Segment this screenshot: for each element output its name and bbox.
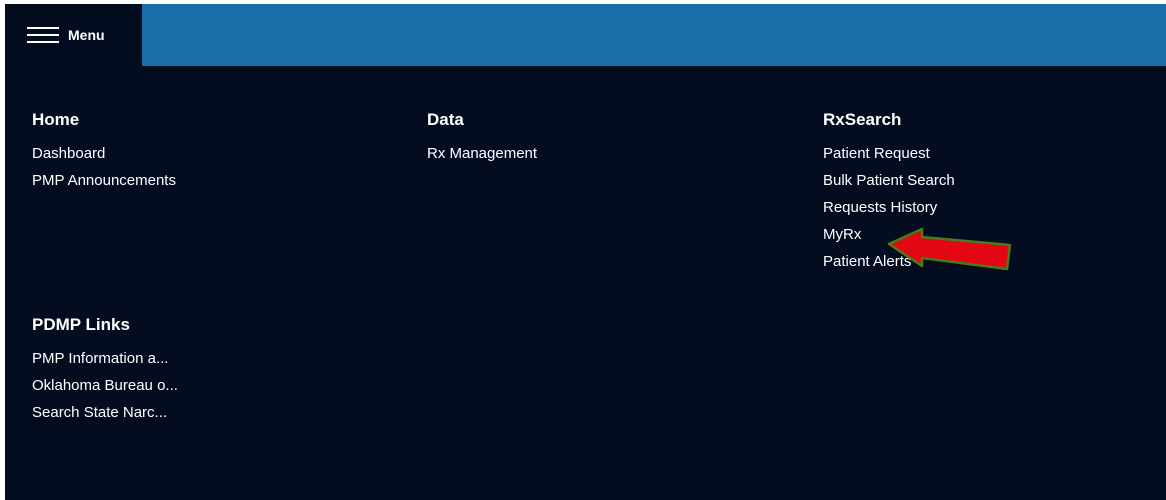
link-search-state-narc[interactable]: Search State Narc... <box>32 399 167 426</box>
section-pdmp-links: PDMP Links PMP Information a... Oklahoma… <box>32 315 178 426</box>
link-bulk-patient-search[interactable]: Bulk Patient Search <box>823 167 955 194</box>
link-patient-request[interactable]: Patient Request <box>823 140 930 167</box>
link-requests-history[interactable]: Requests History <box>823 194 937 221</box>
rxsearch-links: Patient Request Bulk Patient Search Requ… <box>823 140 955 275</box>
hamburger-icon <box>27 26 59 44</box>
link-pmp-information[interactable]: PMP Information a... <box>32 345 168 372</box>
section-home: Home Dashboard PMP Announcements <box>32 110 176 194</box>
home-links: Dashboard PMP Announcements <box>32 140 176 194</box>
top-bar: Menu <box>5 4 1166 66</box>
section-rxsearch: RxSearch Patient Request Bulk Patient Se… <box>823 110 955 275</box>
link-rx-management[interactable]: Rx Management <box>427 140 537 167</box>
menu-panel: Home Dashboard PMP Announcements Data Rx… <box>5 66 1166 500</box>
section-title-data: Data <box>427 110 464 129</box>
section-title-home: Home <box>32 110 80 129</box>
section-data: Data Rx Management <box>427 110 537 167</box>
link-myrx[interactable]: MyRx <box>823 221 861 248</box>
pdmp-links: PMP Information a... Oklahoma Bureau o..… <box>32 345 178 426</box>
link-dashboard[interactable]: Dashboard <box>32 140 105 167</box>
section-title-rxsearch: RxSearch <box>823 110 902 129</box>
menu-label: Menu <box>68 27 105 43</box>
data-links: Rx Management <box>427 140 537 167</box>
section-title-pdmp-links: PDMP Links <box>32 315 130 334</box>
menu-button[interactable]: Menu <box>5 4 142 66</box>
link-oklahoma-bureau[interactable]: Oklahoma Bureau o... <box>32 372 178 399</box>
link-pmp-announcements[interactable]: PMP Announcements <box>32 167 176 194</box>
link-patient-alerts[interactable]: Patient Alerts <box>823 248 911 275</box>
